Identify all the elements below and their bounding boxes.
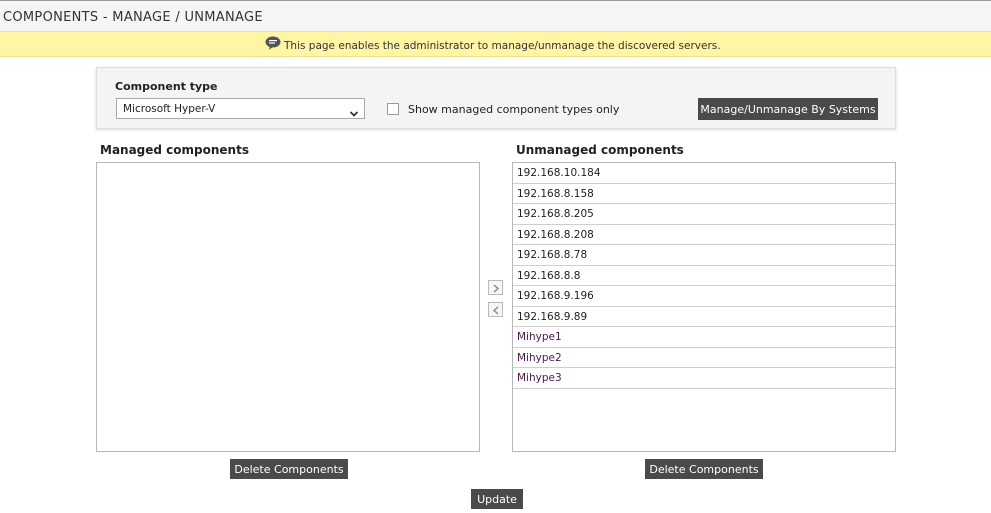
delete-unmanaged-components-button[interactable]: Delete Components [645,459,763,479]
list-item[interactable]: 192.168.8.78 [513,245,895,266]
manage-by-systems-button[interactable]: Manage/Unmanage By Systems [698,98,878,120]
speech-bubble-icon [265,36,281,51]
list-item[interactable]: 192.168.8.8 [513,266,895,286]
chevron-right-icon [492,278,500,297]
update-button[interactable]: Update [471,489,523,509]
component-type-select[interactable]: Microsoft Hyper-V [116,98,365,119]
filter-panel: Component type Microsoft Hyper-V Show ma… [96,67,896,129]
unmanaged-components-heading: Unmanaged components [516,143,684,157]
chevron-down-icon [349,104,359,117]
component-type-value: Microsoft Hyper-V [123,103,216,115]
page-header: COMPONENTS - MANAGE / UNMANAGE [0,0,991,32]
show-managed-only-label: Show managed component types only [408,103,620,116]
unmanaged-components-list[interactable]: 192.168.10.184 192.168.8.158 192.168.8.205… [512,162,896,452]
managed-components-heading: Managed components [100,143,249,157]
show-managed-only-checkbox[interactable] [387,103,399,115]
move-right-button[interactable] [488,280,503,295]
info-banner-text: This page enables the administrator to m… [284,40,721,52]
list-item[interactable]: Mihype3 [513,368,895,389]
managed-components-list[interactable] [96,162,480,452]
list-item[interactable]: 192.168.8.208 [513,225,895,245]
delete-managed-components-button[interactable]: Delete Components [230,459,348,479]
list-item[interactable]: 192.168.10.184 [513,163,895,184]
chevron-left-icon [492,300,500,319]
list-item[interactable]: 192.168.9.89 [513,307,895,327]
list-item[interactable]: 192.168.8.158 [513,184,895,204]
list-item[interactable]: Mihype2 [513,348,895,368]
list-item[interactable]: Mihype1 [513,327,895,348]
list-item[interactable]: 192.168.8.205 [513,204,895,225]
move-left-button[interactable] [488,302,503,317]
page-title: COMPONENTS - MANAGE / UNMANAGE [3,10,263,25]
list-item[interactable]: 192.168.9.196 [513,286,895,307]
component-type-label: Component type [115,80,218,93]
info-banner: This page enables the administrator to m… [0,32,991,57]
